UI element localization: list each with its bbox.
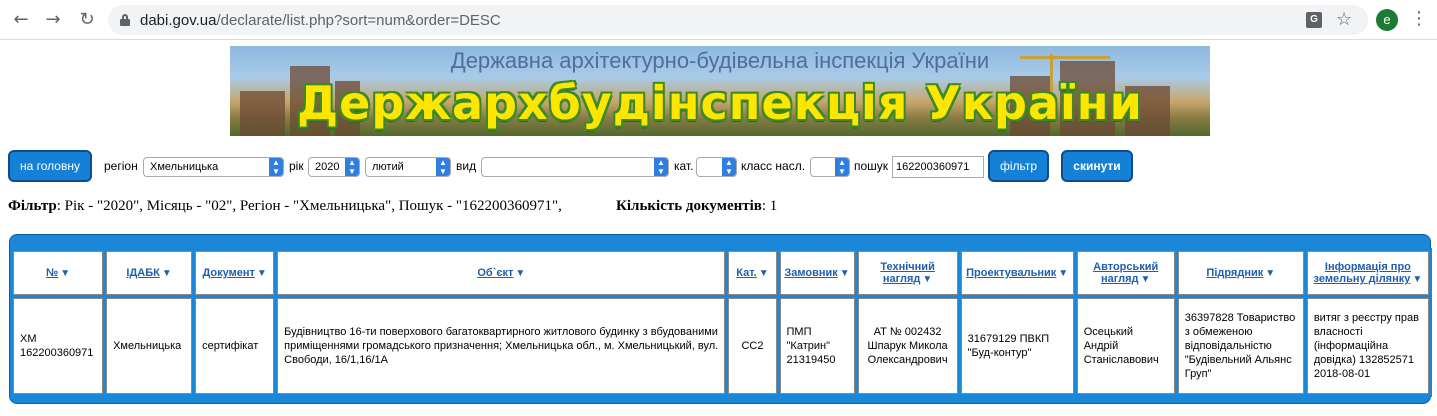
banner-subtitle: Державна архітектурно-будівельна інспекц… [450, 48, 990, 73]
region-select[interactable]: Хмельницька ▲ ▼ [143, 157, 284, 177]
reset-button[interactable]: скинути [1061, 150, 1133, 182]
table-header-row: № ▼ ІДАБК ▼ Документ ▼ Об`єкт ▼ Кат. ▼ Замовн… [13, 251, 1429, 295]
sort-desc-icon[interactable]: ▼ [515, 268, 525, 279]
browser-toolbar: ← → ↻ dabi.gov.ua/declarate/list.php?sor… [0, 0, 1437, 40]
column-header-land-info[interactable]: Інформація про земельну ділянку ▼ [1306, 251, 1429, 295]
url-host: dabi.gov.ua [140, 12, 217, 29]
filter-bar: на головну регіон Хмельницька ▲ ▼ рік 202… [0, 150, 1437, 182]
sort-desc-icon[interactable]: ▼ [162, 268, 172, 279]
sort-desc-icon[interactable]: ▼ [1058, 268, 1068, 279]
sort-desc-icon[interactable]: ▼ [922, 274, 932, 285]
chevron-updown-icon: ▲ ▼ [722, 158, 736, 176]
chevron-updown-icon: ▲ ▼ [835, 158, 849, 176]
column-header-document[interactable]: Документ ▼ [195, 251, 275, 295]
class-select[interactable]: ▲ ▼ [810, 157, 850, 177]
cell-customer: ПМП "Катрин" 21319450 [779, 298, 855, 394]
cell-contractor: 36397828 Товариство з обмеженою відповід… [1177, 298, 1304, 394]
cell-document: сертифікат [195, 298, 275, 394]
search-label: пошук [854, 159, 889, 173]
filter-summary-label: Фільтр [8, 198, 57, 214]
sort-desc-icon[interactable]: ▼ [60, 268, 70, 279]
region-label: регіон [104, 159, 138, 173]
table-row: ХМ 162200360971 Хмельницька сертифікат Б… [13, 298, 1429, 394]
category-select[interactable]: ▲ ▼ [696, 157, 737, 177]
column-header-object[interactable]: Об`єкт ▼ [277, 251, 726, 295]
cell-designer: 31679129 ПВКП "Буд-контур" [960, 298, 1074, 394]
address-bar[interactable]: dabi.gov.ua/declarate/list.php?sort=num&… [108, 5, 1368, 35]
home-button[interactable]: на головну [8, 150, 92, 182]
lock-icon [120, 14, 130, 26]
sort-desc-icon[interactable]: ▼ [1265, 268, 1275, 279]
category-label: кат. [674, 159, 694, 173]
sort-desc-icon[interactable]: ▼ [257, 268, 267, 279]
cell-num: ХМ 162200360971 [13, 298, 104, 394]
type-select[interactable]: ▲ ▼ [481, 157, 669, 177]
back-arrow-icon[interactable]: ← [10, 9, 32, 31]
reload-icon[interactable]: ↻ [76, 9, 98, 31]
column-header-author-supervision[interactable]: Авторський нагляд ▼ [1076, 251, 1175, 295]
filter-summary-text: : Рік - "2020", Місяць - "02", Регіон - … [56, 198, 562, 214]
url-path: /declarate/list.php?sort=num&order=DESC [216, 12, 501, 29]
region-value: Хмельницька [150, 161, 219, 173]
results-table-container: № ▼ ІДАБК ▼ Документ ▼ Об`єкт ▼ Кат. ▼ Замовн… [9, 234, 1432, 404]
cell-author-supervision: Осецький Андрій Станіславович [1076, 298, 1175, 394]
column-header-category[interactable]: Кат. ▼ [728, 251, 777, 295]
year-select[interactable]: 2020 ▲ ▼ [308, 157, 360, 177]
chevron-updown-icon: ▲ ▼ [436, 158, 450, 176]
class-label: класс насл. [741, 159, 806, 173]
chevron-updown-icon: ▲ ▼ [654, 158, 668, 176]
document-count-value: : 1 [761, 198, 778, 214]
forward-arrow-icon[interactable]: → [42, 9, 64, 31]
column-header-designer[interactable]: Проектувальник ▼ [960, 251, 1074, 295]
results-table: № ▼ ІДАБК ▼ Документ ▼ Об`єкт ▼ Кат. ▼ Замовн… [10, 248, 1432, 397]
column-header-customer[interactable]: Замовник ▼ [779, 251, 855, 295]
column-header-contractor[interactable]: Підрядник ▼ [1177, 251, 1304, 295]
column-header-tech-supervision[interactable]: Технічний нагляд ▼ [857, 251, 958, 295]
profile-avatar[interactable]: e [1376, 9, 1398, 31]
type-label: вид [456, 159, 477, 173]
sort-desc-icon[interactable]: ▼ [759, 268, 769, 279]
kebab-menu-icon[interactable]: ⋮ [1410, 8, 1428, 29]
month-select[interactable]: лютий ▲ ▼ [365, 157, 451, 177]
site-banner: Державна архітектурно-будівельна інспекц… [230, 46, 1210, 136]
search-input[interactable]: 162200360971 [892, 156, 984, 178]
year-value: 2020 [315, 161, 340, 173]
translate-icon[interactable]: G [1306, 12, 1322, 28]
cell-object: Будівництво 16-ти поверхового багатоквар… [277, 298, 726, 394]
cell-tech-supervision: АТ № 002432 Шпарук Микола Олександрович [857, 298, 958, 394]
filter-button[interactable]: фільтр [988, 150, 1049, 182]
month-value: лютий [372, 161, 404, 173]
sort-desc-icon[interactable]: ▼ [1141, 274, 1151, 285]
document-count-label: Кількість документів [616, 198, 762, 214]
cell-category: СС2 [728, 298, 777, 394]
cell-land-info: витяг з реєстру прав власності (інформац… [1306, 298, 1429, 394]
banner-title: Держархбудінспекція України [297, 76, 1143, 130]
sort-desc-icon[interactable]: ▼ [840, 268, 850, 279]
table-footer-bar [10, 395, 1430, 403]
filter-summary: Фільтр: Рік - "2020", Місяць - "02", Рег… [8, 198, 562, 215]
chevron-updown-icon: ▲ ▼ [269, 158, 283, 176]
document-count: Кількість документів: 1 [616, 198, 777, 215]
column-header-idabk[interactable]: ІДАБК ▼ [106, 251, 193, 295]
sort-desc-icon[interactable]: ▼ [1412, 274, 1422, 285]
column-header-num[interactable]: № ▼ [13, 251, 104, 295]
cell-idabk: Хмельницька [106, 298, 193, 394]
chevron-updown-icon: ▲ ▼ [345, 158, 359, 176]
bookmark-star-icon[interactable]: ☆ [1336, 9, 1352, 30]
url-text[interactable]: dabi.gov.ua/declarate/list.php?sort=num&… [140, 12, 501, 29]
year-label: рік [289, 159, 304, 173]
